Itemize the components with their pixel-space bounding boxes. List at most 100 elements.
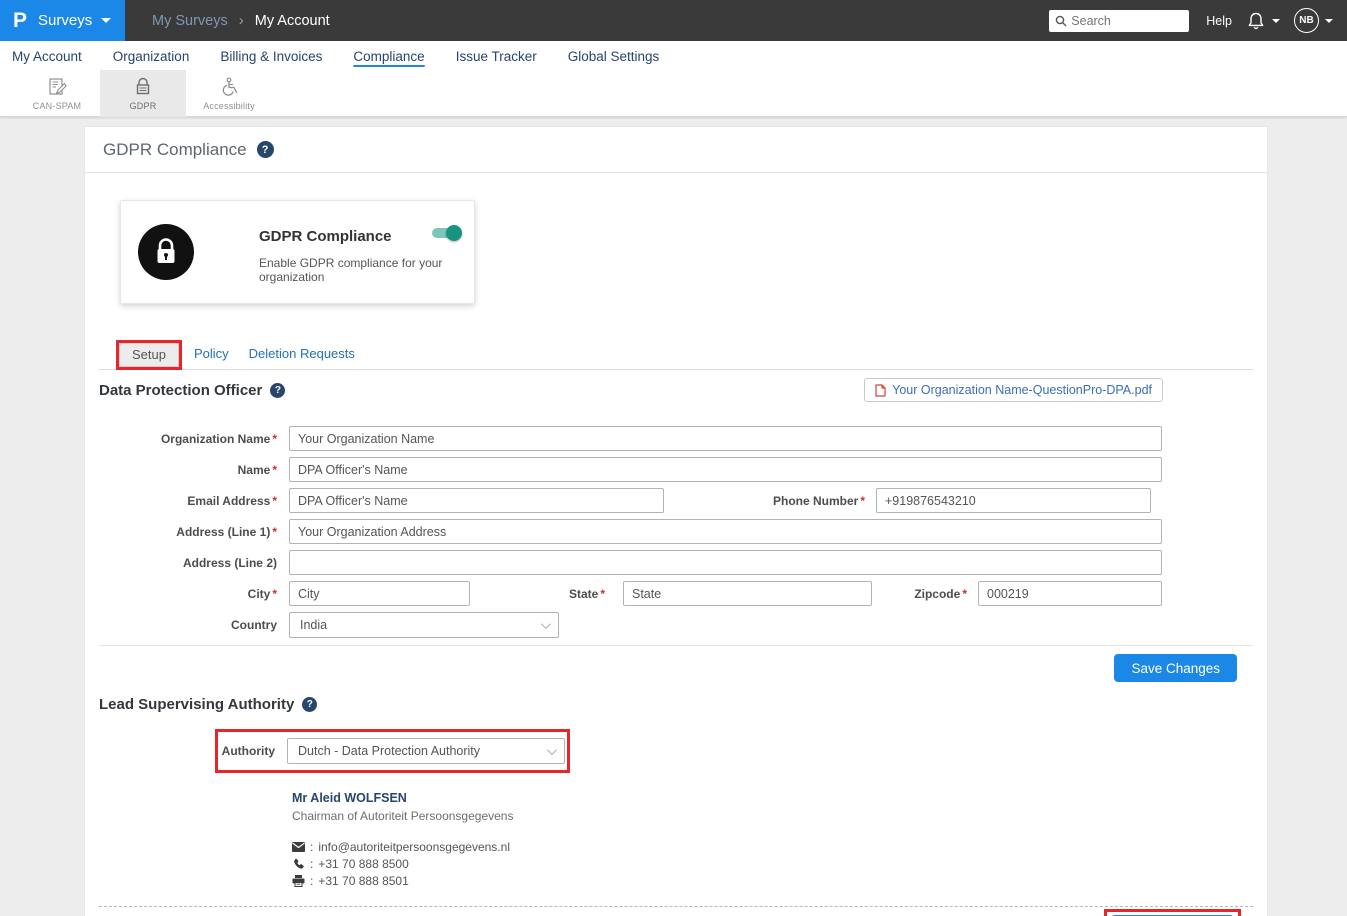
- compliance-subtabs: CAN-SPAM GDPR Accessibility: [0, 70, 1347, 117]
- accessibility-icon: [218, 76, 240, 98]
- breadcrumb-separator: ›: [239, 12, 244, 29]
- subtab-accessibility[interactable]: Accessibility: [186, 70, 272, 117]
- tab-my-account[interactable]: My Account: [12, 44, 82, 68]
- authority-select[interactable]: Dutch - Data Protection Authority: [287, 738, 565, 764]
- gdpr-toggle[interactable]: [432, 225, 462, 241]
- tab-billing-invoices[interactable]: Billing & Invoices: [220, 44, 322, 68]
- org-name-input[interactable]: [289, 426, 1162, 451]
- org-name-label: Organization Name*: [99, 432, 277, 446]
- dpo-form: Organization Name* Name* Email Address* …: [85, 426, 1267, 638]
- document-pencil-icon: [46, 76, 68, 98]
- form-row: Address (Line 1)*: [99, 519, 1267, 544]
- state-input[interactable]: [623, 581, 872, 606]
- page-title: GDPR Compliance: [103, 140, 247, 160]
- phone-label: Phone Number*: [664, 494, 876, 508]
- gdpr-inner-tabs: Setup Policy Deletion Requests: [99, 340, 1253, 370]
- gdpr-panel: GDPR Compliance ? GDPR Compliance Enable…: [85, 127, 1267, 916]
- subtab-label: Accessibility: [203, 101, 255, 111]
- tab-deletion-requests[interactable]: Deletion Requests: [249, 346, 355, 369]
- subtab-label: GDPR: [130, 101, 157, 111]
- chevron-down-icon: [547, 745, 557, 755]
- product-name: Surveys: [38, 12, 92, 29]
- notifications-menu[interactable]: [1246, 11, 1280, 31]
- contact-title: Chairman of Autoriteit Persoonsgegevens: [292, 809, 1267, 823]
- contact-name: Mr Aleid WOLFSEN: [292, 791, 1267, 805]
- subtab-label: CAN-SPAM: [33, 101, 81, 111]
- chevron-down-icon: [101, 18, 111, 23]
- subtab-gdpr[interactable]: GDPR: [100, 70, 186, 117]
- authority-value: Dutch - Data Protection Authority: [298, 744, 480, 758]
- dpa-pdf-button[interactable]: Your Organization Name-QuestionPro-DPA.p…: [864, 378, 1163, 402]
- address1-input[interactable]: [289, 519, 1162, 544]
- form-row: Address (Line 2): [99, 550, 1267, 575]
- product-switcher[interactable]: P Surveys: [0, 0, 125, 41]
- padlock-icon: [132, 76, 154, 98]
- tab-policy[interactable]: Policy: [194, 346, 229, 369]
- authority-contact: Mr Aleid WOLFSEN Chairman of Autoriteit …: [292, 791, 1267, 888]
- form-row: City* State* Zipcode*: [99, 581, 1267, 606]
- name-label: Name*: [99, 463, 277, 477]
- form-row: Organization Name*: [99, 426, 1267, 451]
- annotation-box-setup: Setup: [116, 340, 182, 370]
- dpo-save-row: Save Changes: [85, 654, 1237, 682]
- avatar: NB: [1294, 8, 1319, 33]
- help-link[interactable]: Help: [1206, 14, 1232, 28]
- dpo-heading: Data Protection Officer: [99, 382, 262, 399]
- chevron-down-icon: [1272, 19, 1280, 23]
- city-label: City*: [99, 587, 277, 601]
- tab-organization[interactable]: Organization: [113, 44, 190, 68]
- search-icon: [1055, 15, 1067, 27]
- contact-fax-line: : +31 70 888 8501: [292, 874, 1267, 888]
- pdf-icon: [875, 384, 886, 397]
- tab-issue-tracker[interactable]: Issue Tracker: [456, 44, 537, 68]
- page-background: GDPR Compliance ? GDPR Compliance Enable…: [0, 117, 1347, 916]
- contact-fax: +31 70 888 8501: [318, 874, 408, 888]
- country-label: Country: [99, 618, 277, 632]
- panel-title-row: GDPR Compliance ?: [85, 127, 1267, 173]
- tab-setup[interactable]: Setup: [119, 343, 179, 367]
- contact-phone-line: : +31 70 888 8500: [292, 857, 1267, 871]
- tab-compliance[interactable]: Compliance: [353, 44, 424, 68]
- gdpr-toggle-card: GDPR Compliance Enable GDPR compliance f…: [120, 200, 475, 304]
- section-divider: [99, 645, 1253, 646]
- email-input[interactable]: [289, 488, 664, 513]
- fax-icon: [292, 875, 305, 887]
- phone-icon: [292, 858, 305, 871]
- bell-icon: [1246, 11, 1266, 31]
- city-input[interactable]: [289, 581, 470, 606]
- contact-phone: +31 70 888 8500: [318, 857, 408, 871]
- account-menu[interactable]: NB: [1294, 8, 1333, 33]
- lsa-save-row: Save Changes: [85, 909, 1241, 916]
- email-label: Email Address*: [99, 494, 277, 508]
- tab-global-settings[interactable]: Global Settings: [568, 44, 660, 68]
- search-input[interactable]: [1071, 14, 1183, 28]
- phone-input[interactable]: [876, 488, 1151, 513]
- dpo-save-button[interactable]: Save Changes: [1114, 654, 1237, 682]
- name-input[interactable]: [289, 457, 1162, 482]
- questionpro-logo: P: [13, 9, 27, 33]
- address2-label: Address (Line 2): [99, 556, 277, 570]
- card-title: GDPR Compliance: [259, 228, 392, 245]
- state-label: State*: [470, 587, 605, 601]
- help-icon[interactable]: ?: [257, 141, 274, 158]
- zipcode-input[interactable]: [978, 581, 1162, 606]
- subtab-can-spam[interactable]: CAN-SPAM: [14, 70, 100, 117]
- address2-input[interactable]: [289, 550, 1162, 575]
- help-icon[interactable]: ?: [270, 383, 285, 398]
- chevron-down-icon: [541, 619, 551, 629]
- address1-label: Address (Line 1)*: [99, 525, 277, 539]
- help-icon[interactable]: ?: [302, 697, 317, 712]
- breadcrumb-my-account: My Account: [255, 13, 330, 29]
- annotation-box-save: Save Changes: [1104, 909, 1241, 916]
- contact-email: info@autoriteitpersoonsgegevens.nl: [318, 840, 510, 854]
- country-select[interactable]: India: [289, 612, 559, 638]
- envelope-icon: [292, 842, 305, 852]
- lsa-section-header: Lead Supervising Authority ?: [99, 696, 1253, 713]
- dashed-divider: [99, 906, 1253, 907]
- lock-icon: [151, 236, 181, 268]
- breadcrumb-my-surveys[interactable]: My Surveys: [152, 13, 228, 29]
- chevron-down-icon: [1325, 19, 1333, 23]
- annotation-box-authority: Authority Dutch - Data Protection Author…: [215, 729, 570, 773]
- country-value: India: [300, 618, 327, 632]
- breadcrumb: My Surveys › My Account: [152, 12, 330, 29]
